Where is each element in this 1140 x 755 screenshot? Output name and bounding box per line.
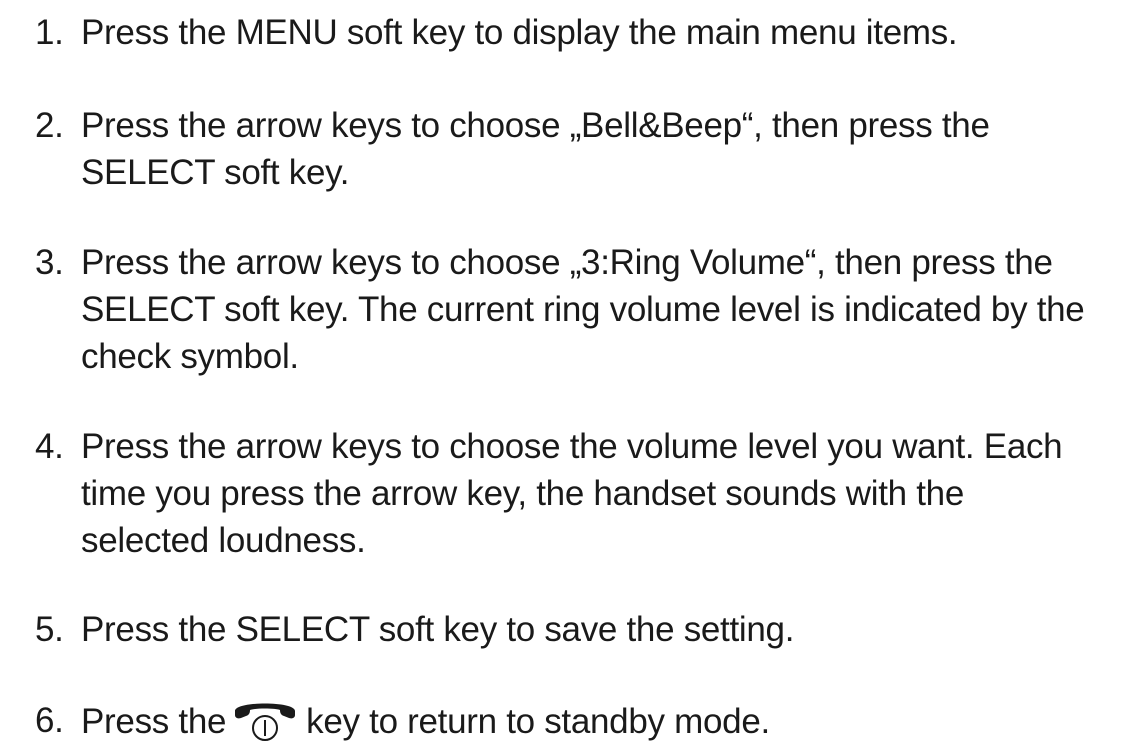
step-line: Press the MENU soft key to display the m… [81,13,958,52]
step-number: 3. [35,243,64,282]
step-6: 6. Press the key to return to standby mo… [35,697,1135,744]
step-5: 5. Press the SELECT soft key to save the… [35,606,1135,653]
step-line: Press the arrow keys to choose „Bell&Bee… [81,106,990,145]
step-text: Press the arrow keys to choose „Bell&Bee… [81,102,1135,196]
step-number: 1. [35,13,64,52]
step-number: 4. [35,427,64,466]
step-line: selected loudness. [81,521,366,560]
step-line: time you press the arrow key, the handse… [81,474,965,513]
step-line: SELECT soft key. [81,153,350,192]
step-2: 2. Press the arrow keys to choose „Bell&… [35,102,1135,192]
step-3: 3. Press the arrow keys to choose „3:Rin… [35,239,1135,376]
step-line: SELECT soft key. The current ring volume… [81,290,1085,329]
step-text: Press the arrow keys to choose the volum… [81,423,1135,564]
step-line: check symbol. [81,337,299,376]
step-line: Press the SELECT soft key to save the se… [81,610,795,649]
step-text: Press the arrow keys to choose „3:Ring V… [81,239,1135,380]
step-number: 5. [35,610,64,649]
step-text: Press the key to return to standby mode. [81,697,1135,745]
step-4: 4. Press the arrow keys to choose the vo… [35,423,1135,560]
step-line: Press the arrow keys to choose „3:Ring V… [81,243,1053,282]
step-text-before-icon: Press the [81,702,227,741]
step-line: Press the arrow keys to choose the volum… [81,427,1063,466]
step-line: Press the key to return to standby mode. [81,697,1135,745]
step-text-after-icon: key to return to standby mode. [306,702,770,741]
step-number: 6. [35,701,64,740]
step-1: 1. Press the MENU soft key to display th… [35,9,1135,56]
step-text: Press the MENU soft key to display the m… [81,9,1135,56]
step-number: 2. [35,106,64,145]
end-call-power-key-icon [232,697,298,743]
step-text: Press the SELECT soft key to save the se… [81,606,1135,653]
